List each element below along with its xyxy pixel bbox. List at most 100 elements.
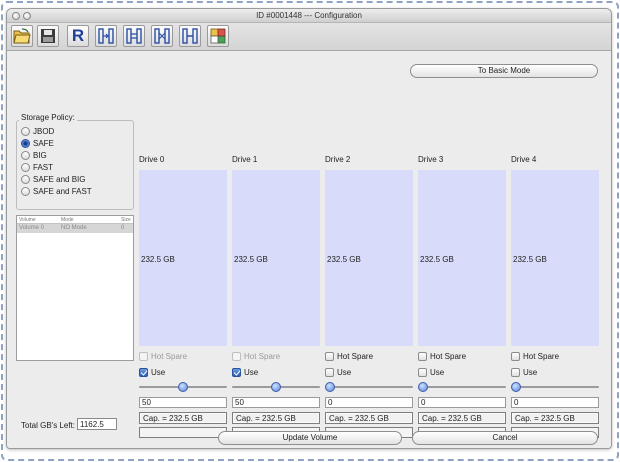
radio-fast[interactable]: [21, 163, 30, 172]
policy-label-safe: SAFE: [33, 139, 54, 148]
raid-mode-1-button[interactable]: [95, 25, 117, 47]
column-header-size[interactable]: Size: [121, 217, 131, 223]
raid-mode-4-icon: [182, 28, 198, 44]
update-volume-button[interactable]: Update Volume: [218, 431, 402, 445]
open-folder-icon: [13, 28, 31, 44]
use-checkbox-row[interactable]: Use: [418, 368, 444, 377]
drive-label: Drive 2: [325, 155, 351, 164]
hot-spare-checkbox-row: Hot Spare: [232, 352, 280, 361]
radio-safe-big[interactable]: [21, 175, 30, 184]
use-checkbox[interactable]: [139, 368, 148, 377]
use-checkbox-row[interactable]: Use: [232, 368, 258, 377]
title-bar[interactable]: ID #0001448 --- Configuration: [7, 9, 611, 23]
use-checkbox-row[interactable]: Use: [325, 368, 351, 377]
table-row[interactable]: Volume 0 NO Mode 0: [17, 224, 133, 233]
slider-track[interactable]: [418, 386, 506, 388]
radio-jbod[interactable]: [21, 127, 30, 136]
configuration-window: ID #0001448 --- Configuration R To Basic…: [6, 8, 612, 449]
save-button[interactable]: [37, 25, 59, 47]
drive-value-field[interactable]: 50: [232, 397, 320, 408]
policy-option-big[interactable]: BIG: [21, 150, 47, 161]
hot-spare-checkbox: [139, 352, 148, 361]
column-header-volume[interactable]: Volume: [19, 217, 36, 223]
use-label: Use: [151, 368, 166, 377]
drive-area[interactable]: 232.5 GB: [325, 170, 413, 346]
policy-option-safe[interactable]: SAFE: [21, 138, 54, 149]
drive-slider[interactable]: [511, 382, 599, 392]
drive-capacity: Cap. = 232.5 GB: [511, 412, 599, 424]
use-checkbox-row[interactable]: Use: [511, 368, 537, 377]
policy-option-safe-big[interactable]: SAFE and BIG: [21, 174, 85, 185]
policy-label-safe-fast: SAFE and FAST: [33, 187, 92, 196]
cancel-button[interactable]: Cancel: [412, 431, 598, 445]
slider-knob[interactable]: [271, 382, 281, 392]
hot-spare-label: Hot Spare: [337, 352, 374, 361]
drive-size: 232.5 GB: [234, 255, 268, 264]
policy-option-jbod[interactable]: JBOD: [21, 126, 54, 137]
drive-capacity: Cap. = 232.5 GB: [418, 412, 506, 424]
hot-spare-checkbox-row[interactable]: Hot Spare: [325, 352, 373, 361]
drive-size: 232.5 GB: [327, 255, 361, 264]
raid-mode-3-button[interactable]: [151, 25, 173, 47]
drive-value-field[interactable]: 50: [139, 397, 227, 408]
drive-slider[interactable]: [232, 382, 320, 392]
hot-spare-checkbox[interactable]: [511, 352, 520, 361]
drive-slider[interactable]: [139, 382, 227, 392]
volume-table-header: Volume Mode Size: [17, 216, 133, 224]
drive-area[interactable]: 232.5 GB: [511, 170, 599, 346]
column-header-mode[interactable]: Mode: [61, 217, 74, 223]
drive-value-field[interactable]: 0: [511, 397, 599, 408]
r-letter-icon: R: [71, 26, 85, 45]
slider-knob[interactable]: [418, 382, 428, 392]
raid-mode-2-button[interactable]: [123, 25, 145, 47]
drive-slider[interactable]: [418, 382, 506, 392]
drive-value-field[interactable]: 0: [418, 397, 506, 408]
open-folder-button[interactable]: [11, 25, 33, 47]
layout-grid-icon: [210, 28, 226, 44]
cell-mode: NO Mode: [61, 225, 87, 231]
radio-big[interactable]: [21, 151, 30, 160]
drive-value-field[interactable]: 0: [325, 397, 413, 408]
drive-area[interactable]: 232.5 GB: [139, 170, 227, 346]
policy-label-fast: FAST: [33, 163, 54, 172]
policy-option-fast[interactable]: FAST: [21, 162, 53, 173]
save-disk-icon: [41, 29, 55, 43]
slider-knob[interactable]: [325, 382, 335, 392]
use-checkbox[interactable]: [511, 368, 520, 377]
hot-spare-label: Hot Spare: [244, 352, 281, 361]
radio-safe-fast[interactable]: [21, 187, 30, 196]
volume-table[interactable]: Volume Mode Size Volume 0 NO Mode 0: [16, 215, 134, 361]
raid-mode-2-icon: [126, 28, 142, 44]
to-basic-mode-button[interactable]: To Basic Mode: [410, 64, 598, 78]
drive-label: Drive 3: [418, 155, 444, 164]
hot-spare-checkbox-row[interactable]: Hot Spare: [511, 352, 559, 361]
radio-safe[interactable]: [21, 139, 30, 148]
slider-track[interactable]: [511, 386, 599, 388]
policy-label-jbod: JBOD: [33, 127, 55, 136]
use-checkbox[interactable]: [418, 368, 427, 377]
use-checkbox[interactable]: [232, 368, 241, 377]
drive-size: 232.5 GB: [513, 255, 547, 264]
drive-slider[interactable]: [325, 382, 413, 392]
cell-volume: Volume 0: [19, 225, 45, 231]
slider-track[interactable]: [325, 386, 413, 388]
total-left-field: 1162.5: [77, 418, 117, 430]
r-button[interactable]: R: [67, 25, 89, 47]
use-checkbox[interactable]: [325, 368, 334, 377]
raid-mode-3-icon: [154, 28, 170, 44]
drive-area[interactable]: 232.5 GB: [418, 170, 506, 346]
hot-spare-checkbox-row[interactable]: Hot Spare: [418, 352, 466, 361]
policy-option-safe-fast[interactable]: SAFE and FAST: [21, 186, 92, 197]
hot-spare-label: Hot Spare: [151, 352, 188, 361]
hot-spare-checkbox[interactable]: [325, 352, 334, 361]
slider-knob[interactable]: [178, 382, 188, 392]
drive-capacity: Cap. = 232.5 GB: [139, 412, 227, 424]
use-checkbox-row[interactable]: Use: [139, 368, 165, 377]
storage-policy-title: Storage Policy:: [19, 113, 77, 122]
drive-area[interactable]: 232.5 GB: [232, 170, 320, 346]
slider-knob[interactable]: [511, 382, 521, 392]
hot-spare-checkbox[interactable]: [418, 352, 427, 361]
drive-capacity: Cap. = 232.5 GB: [325, 412, 413, 424]
layout-grid-button[interactable]: [207, 25, 229, 47]
raid-mode-4-button[interactable]: [179, 25, 201, 47]
